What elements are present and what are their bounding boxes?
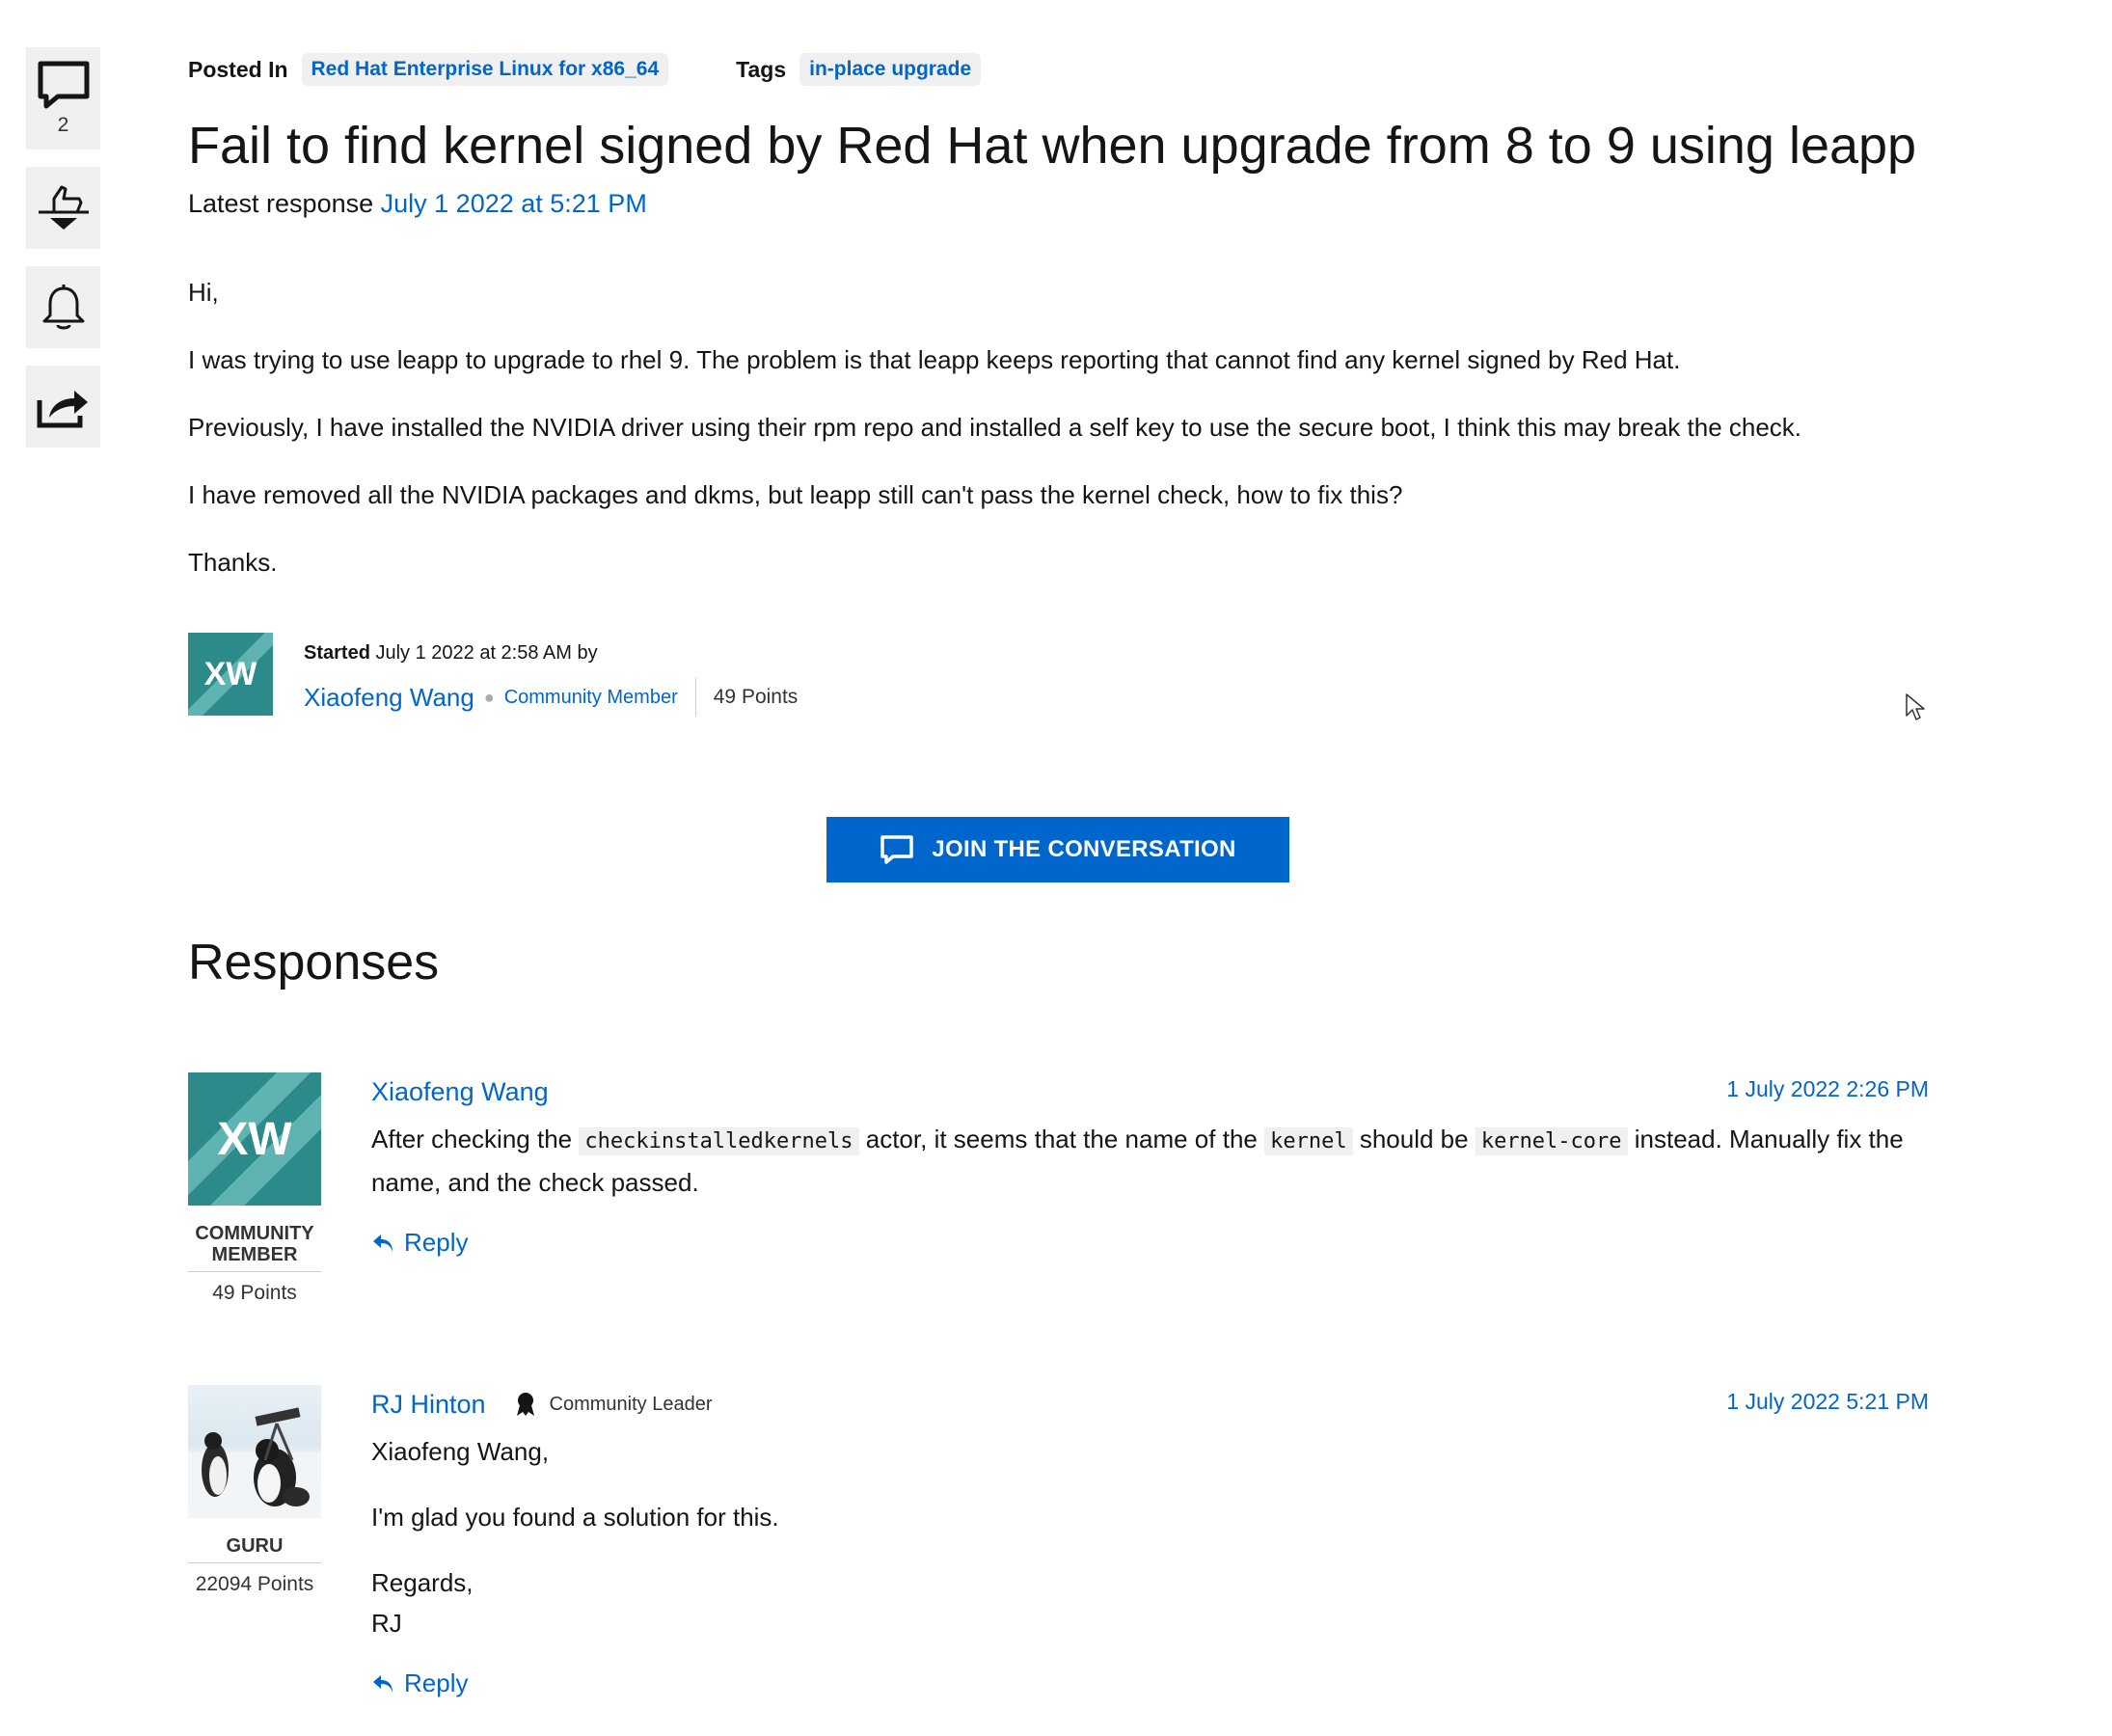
response-author-card: GURU 22094 Points [188, 1385, 321, 1596]
posted-in-label: Posted In [188, 56, 288, 82]
mouse-cursor-icon [1906, 693, 1925, 720]
avatar[interactable]: XW [188, 633, 273, 716]
latest-response-label: Latest response [188, 189, 374, 218]
response-text: After checking the checkinstalledkernels… [371, 1125, 1904, 1197]
response-author-name[interactable]: RJ Hinton [371, 1390, 486, 1420]
question-body: Hi, I was trying to use leapp to upgrade… [188, 278, 1924, 615]
community-leader-icon [516, 1393, 534, 1416]
page-title: Fail to find kernel signed by Red Hat wh… [188, 117, 1917, 175]
started-label: Started [304, 642, 370, 664]
reply-label: Reply [404, 1668, 469, 1697]
response-date-link[interactable]: 1 July 2022 2:26 PM [1726, 1076, 1929, 1102]
post-meta: Posted In Red Hat Enterprise Linux for x… [188, 53, 982, 86]
body-paragraph: I have removed all the NVIDIA packages a… [188, 480, 1403, 509]
join-conversation-label: JOIN THE CONVERSATION [932, 836, 1236, 862]
reply-button[interactable]: Reply [371, 1228, 1929, 1258]
latest-response: Latest response July 1 2022 at 5:21 PM [188, 189, 647, 219]
inline-code: kernel [1264, 1127, 1353, 1155]
divider [694, 678, 696, 717]
tags-label: Tags [736, 56, 787, 82]
inline-code: kernel-core [1475, 1127, 1628, 1155]
community-leader-badge: Community Leader [515, 1392, 713, 1417]
reply-arrow-icon [373, 1234, 393, 1252]
user-role-badge: GURU [188, 1535, 321, 1563]
body-paragraph: Hi, [188, 278, 219, 307]
body-paragraph: Previously, I have installed the NVIDIA … [188, 413, 1802, 442]
author-name-link[interactable]: Xiaofeng Wang [304, 683, 474, 713]
started-date: July 1 2022 at 2:58 AM by [375, 642, 598, 664]
comments-count: 2 [57, 114, 69, 136]
join-conversation-button[interactable]: JOIN THE CONVERSATION [826, 817, 1289, 882]
thumbs-vote-icon [38, 185, 89, 230]
author-role-link[interactable]: Community Member [504, 687, 678, 709]
tag-chip[interactable]: in-place upgrade [799, 53, 982, 86]
response-author-card: XW COMMUNITY MEMBER 49 Points [188, 1072, 321, 1305]
body-paragraph: I was trying to use leapp to upgrade to … [188, 345, 1681, 374]
comment-icon [880, 835, 914, 864]
author-points: 49 Points [713, 686, 799, 708]
inline-code: checkinstalledkernels [579, 1127, 859, 1155]
reply-arrow-icon [373, 1674, 393, 1693]
response-date-link[interactable]: 1 July 2022 5:21 PM [1726, 1389, 1929, 1415]
comments-button[interactable]: 2 [26, 47, 100, 149]
product-chip[interactable]: Red Hat Enterprise Linux for x86_64 [301, 53, 669, 86]
avatar[interactable]: XW [188, 1072, 321, 1206]
follow-button[interactable] [26, 266, 100, 348]
response-text: Xiaofeng Wang, I'm glad you found a solu… [371, 1437, 779, 1638]
user-points: 49 Points [212, 1282, 297, 1304]
body-paragraph: Thanks. [188, 548, 278, 577]
separator-dot: ● [483, 687, 495, 707]
comment-icon [38, 61, 89, 109]
vote-button[interactable] [26, 167, 100, 249]
share-icon [37, 390, 88, 427]
share-button[interactable] [26, 366, 100, 448]
avatar[interactable] [188, 1385, 321, 1518]
reply-button[interactable]: Reply [371, 1668, 1929, 1698]
user-points: 22094 Points [195, 1573, 314, 1595]
responses-heading: Responses [188, 935, 440, 990]
response-author-name[interactable]: Xiaofeng Wang [371, 1077, 549, 1107]
action-rail: 2 [26, 47, 100, 465]
reply-label: Reply [404, 1228, 469, 1257]
started-line: Started July 1 2022 at 2:58 AM by [304, 642, 798, 665]
author-block: XW Started July 1 2022 at 2:58 AM by Xia… [188, 633, 798, 717]
user-role-badge: COMMUNITY MEMBER [188, 1223, 321, 1272]
bell-icon [42, 284, 84, 329]
latest-response-link[interactable]: July 1 2022 at 5:21 PM [381, 189, 647, 218]
